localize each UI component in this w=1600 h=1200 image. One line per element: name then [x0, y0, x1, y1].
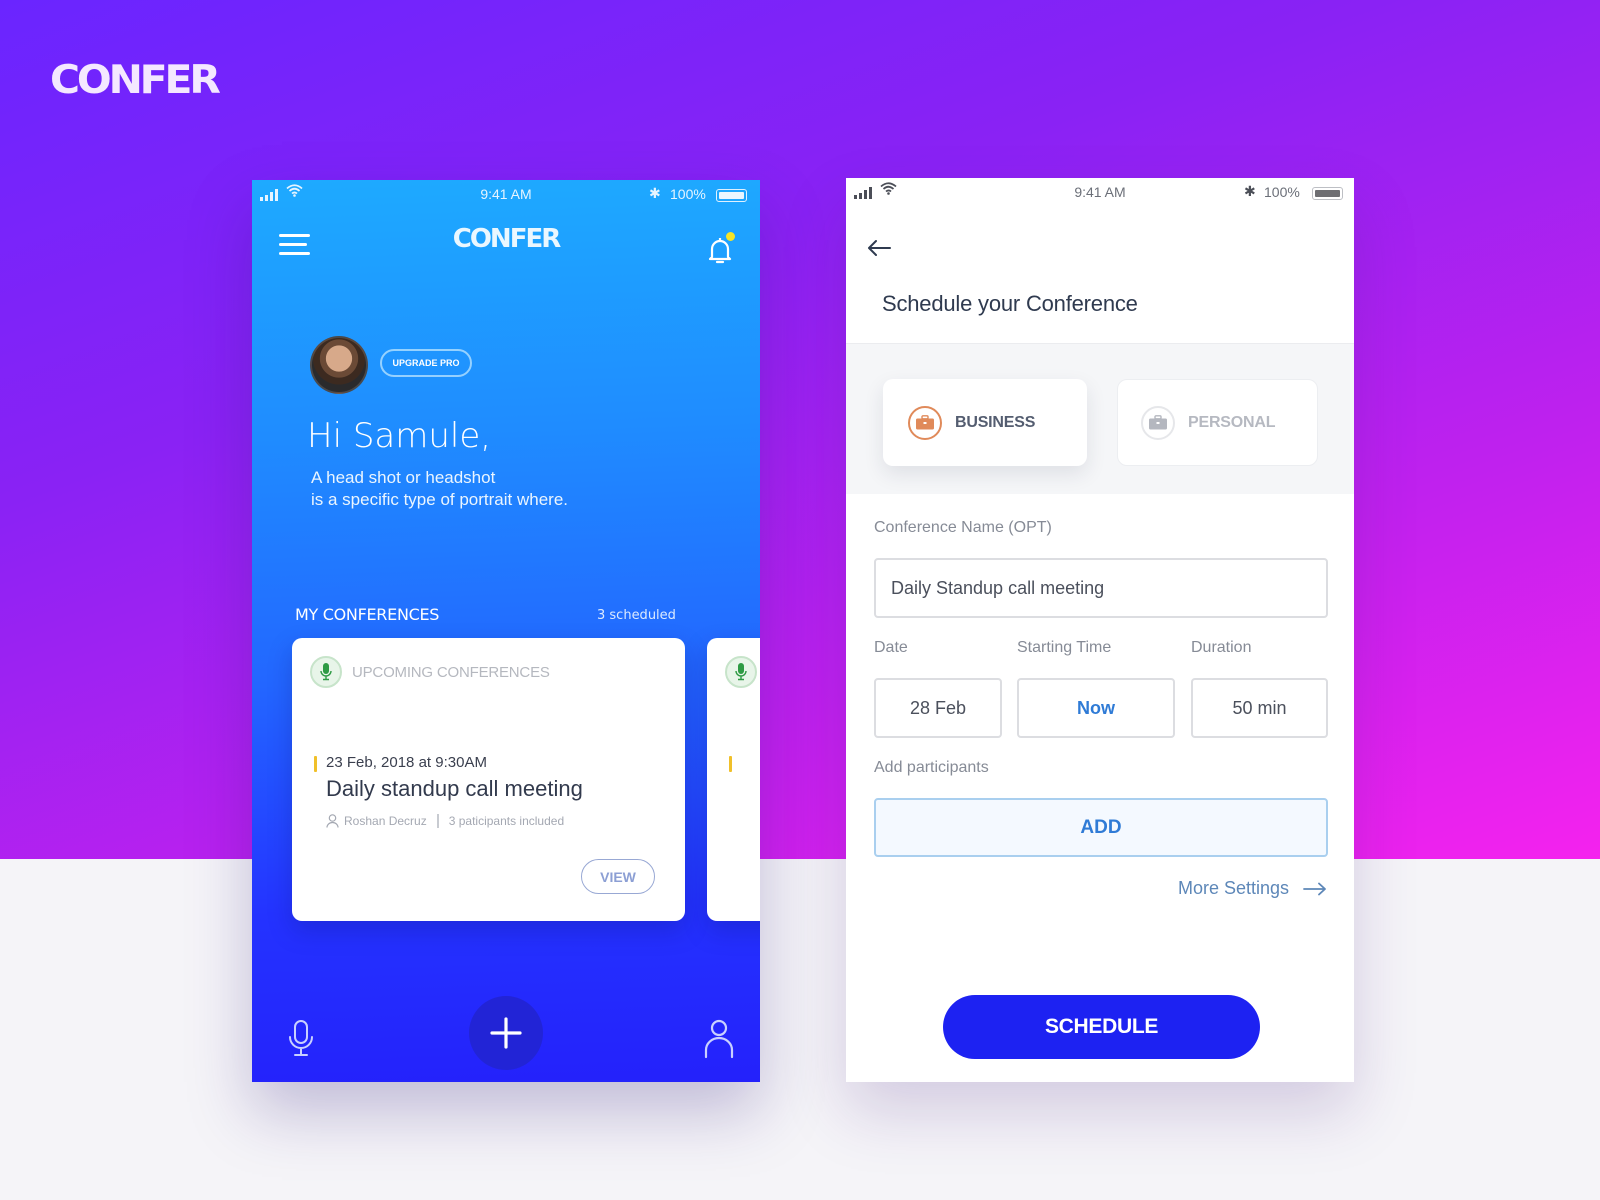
date-picker[interactable]: 28 Feb [874, 678, 1002, 738]
app-logo: CONFER [452, 224, 562, 254]
microphone-nav-icon[interactable] [288, 1020, 314, 1058]
more-settings-label: More Settings [1178, 878, 1290, 898]
duration-label: Duration [1191, 639, 1252, 656]
intro-text: A head shot or headshot is a specific ty… [311, 467, 568, 511]
avatar[interactable] [310, 336, 368, 394]
bluetooth-icon: ✱ [1244, 183, 1256, 199]
more-settings-link[interactable]: More Settings [1178, 878, 1327, 899]
meta-divider [436, 814, 439, 828]
personal-label: PERSONAL [1188, 413, 1276, 431]
card-meta: Roshan Decruz 3 paticipants included [326, 814, 564, 828]
card-host: Roshan Decruz [344, 814, 427, 828]
upgrade-pro-button[interactable]: UPGRADE PRO [380, 349, 472, 377]
notification-dot [726, 232, 735, 241]
date-label: Date [874, 639, 908, 656]
conference-name-label: Conference Name (OPT) [874, 519, 1052, 536]
intro-line-2: is a specific type of portrait where. [311, 490, 569, 509]
add-conference-button[interactable] [469, 996, 543, 1070]
scheduled-count: 3 scheduled [597, 608, 676, 623]
card-datetime: 23 Feb, 2018 at 9:30AM [326, 754, 487, 771]
screen-title: Schedule your Conference [882, 291, 1138, 316]
bluetooth-icon: ✱ [649, 185, 661, 201]
my-conferences-heading: MY CONFERENCES [295, 605, 440, 624]
microphone-icon [725, 656, 757, 688]
status-bar: 9:41 AM ✱ 100% [846, 178, 1354, 206]
card-category: UPCOMING CONFERENCES [352, 664, 550, 681]
back-arrow-icon[interactable] [866, 238, 892, 258]
conference-type-selector: BUSINESS PERSONAL [846, 343, 1354, 494]
bell-icon[interactable] [707, 232, 737, 264]
briefcase-icon [908, 405, 942, 440]
hero-background [0, 0, 1600, 859]
arrow-right-icon [1303, 882, 1326, 895]
briefcase-icon [1141, 405, 1175, 440]
intro-line-1: A head shot or headshot [311, 468, 496, 487]
conference-card[interactable]: UPCOMING CONFERENCES 23 Feb, 2018 at 9:3… [292, 638, 685, 921]
card-participants: 3 paticipants included [448, 814, 565, 828]
card-title: Daily standup call meeting [326, 776, 583, 801]
plus-icon [490, 1017, 522, 1049]
greeting-title: Hi Samule, [307, 416, 492, 456]
duration-picker[interactable]: 50 min [1191, 678, 1328, 738]
home-screen: 9:41 AM ✱ 100% CONFER UPGRADE PRO Hi Sam… [252, 180, 760, 1082]
date-accent-bar [729, 756, 732, 772]
microphone-icon [310, 656, 342, 688]
brand-logo: CONFER [50, 58, 221, 103]
conference-card-peek[interactable] [707, 638, 760, 921]
status-bar: 9:41 AM ✱ 100% [252, 180, 760, 208]
battery-percent: 100% [1264, 184, 1300, 200]
view-button[interactable]: VIEW [581, 859, 655, 894]
battery-icon [1312, 187, 1343, 200]
personal-type-option[interactable]: PERSONAL [1117, 379, 1318, 466]
starting-time-label: Starting Time [1017, 639, 1112, 656]
date-accent-bar [314, 756, 317, 772]
battery-icon [716, 189, 747, 202]
user-nav-icon[interactable] [703, 1019, 735, 1059]
business-label: BUSINESS [955, 413, 1036, 431]
conference-name-input[interactable] [874, 558, 1328, 618]
business-type-option[interactable]: BUSINESS [883, 379, 1087, 466]
add-participants-label: Add participants [874, 759, 989, 776]
add-participants-button[interactable]: ADD [874, 798, 1328, 857]
person-icon [326, 814, 339, 828]
battery-percent: 100% [670, 186, 706, 202]
starting-time-picker[interactable]: Now [1017, 678, 1175, 738]
schedule-screen: 9:41 AM ✱ 100% Schedule your Conference … [846, 178, 1354, 1082]
schedule-button[interactable]: SCHEDULE [943, 995, 1260, 1059]
